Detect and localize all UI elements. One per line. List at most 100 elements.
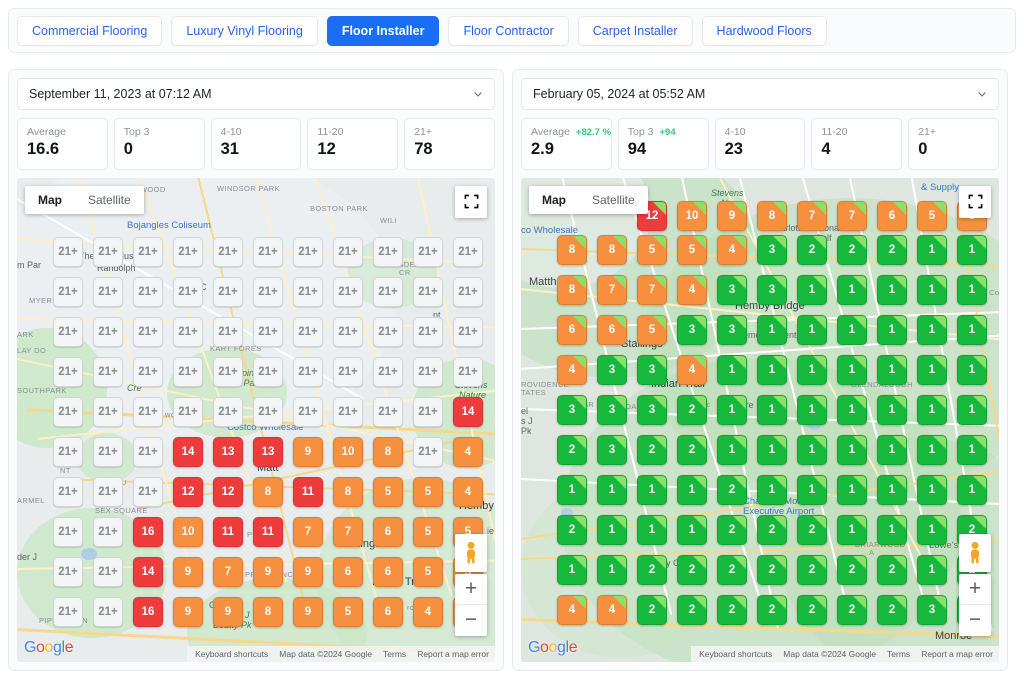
map-rank-marker[interactable]: 10 [173,517,203,547]
map-rank-marker[interactable]: 8 [333,477,363,507]
map-rank-marker[interactable]: 1 [877,275,907,305]
map-rank-marker[interactable]: 7 [637,275,667,305]
map-rank-marker[interactable]: 3 [597,395,627,425]
right-zoom-out-button[interactable]: − [959,605,991,636]
map-attribution-item-2[interactable]: Terms [887,649,910,659]
map-rank-marker[interactable]: 2 [757,515,787,545]
map-rank-marker[interactable]: 21+ [373,317,403,347]
map-rank-marker[interactable]: 1 [757,355,787,385]
map-rank-marker[interactable]: 21+ [93,277,123,307]
map-rank-marker[interactable]: 21+ [133,477,163,507]
map-rank-marker[interactable]: 2 [677,435,707,465]
map-rank-marker[interactable]: 8 [757,201,787,231]
right-map[interactable]: & SupplyStevensNazerEnLaolfco WholesaleC… [521,178,999,662]
map-rank-marker[interactable]: 2 [677,395,707,425]
map-rank-marker[interactable]: 21+ [213,237,243,267]
right-zoom-controls[interactable]: + − [959,574,991,636]
map-rank-marker[interactable]: 21+ [213,397,243,427]
map-rank-marker[interactable]: 4 [557,355,587,385]
map-rank-marker[interactable]: 2 [717,595,747,625]
map-rank-marker[interactable]: 21+ [93,237,123,267]
map-rank-marker[interactable]: 1 [957,435,987,465]
map-rank-marker[interactable]: 21+ [93,317,123,347]
map-rank-marker[interactable]: 21+ [53,517,83,547]
map-rank-marker[interactable]: 21+ [133,397,163,427]
map-rank-marker[interactable]: 1 [797,475,827,505]
map-rank-marker[interactable]: 1 [837,475,867,505]
map-rank-marker[interactable]: 21+ [373,397,403,427]
map-rank-marker[interactable]: 21+ [93,357,123,387]
map-rank-marker[interactable]: 6 [373,517,403,547]
map-rank-marker[interactable]: 1 [597,515,627,545]
map-rank-marker[interactable]: 2 [717,515,747,545]
map-rank-marker[interactable]: 5 [637,315,667,345]
map-rank-marker[interactable]: 4 [677,275,707,305]
map-rank-marker[interactable]: 21+ [173,317,203,347]
map-rank-marker[interactable]: 5 [413,557,443,587]
map-rank-marker[interactable]: 1 [917,355,947,385]
map-rank-marker[interactable]: 1 [957,475,987,505]
keyword-tab-1[interactable]: Luxury Vinyl Flooring [171,16,318,46]
map-rank-marker[interactable]: 1 [917,475,947,505]
map-rank-marker[interactable]: 6 [373,597,403,627]
map-rank-marker[interactable]: 21+ [413,437,443,467]
map-rank-marker[interactable]: 11 [293,477,323,507]
map-rank-marker[interactable]: 6 [333,557,363,587]
map-rank-marker[interactable]: 21+ [53,557,83,587]
map-rank-marker[interactable]: 9 [293,557,323,587]
map-rank-marker[interactable]: 21+ [413,277,443,307]
map-rank-marker[interactable]: 21+ [173,357,203,387]
map-rank-marker[interactable]: 2 [837,595,867,625]
map-rank-marker[interactable]: 21+ [173,277,203,307]
map-rank-marker[interactable]: 21+ [373,277,403,307]
map-rank-marker[interactable]: 9 [173,557,203,587]
map-rank-marker[interactable]: 10 [677,201,707,231]
map-rank-marker[interactable]: 2 [637,555,667,585]
map-attribution-item-3[interactable]: Report a map error [417,649,489,659]
map-rank-marker[interactable]: 21+ [213,357,243,387]
map-rank-marker[interactable]: 8 [597,235,627,265]
map-rank-marker[interactable]: 2 [637,435,667,465]
map-rank-marker[interactable]: 21+ [93,437,123,467]
map-rank-marker[interactable]: 1 [637,475,667,505]
map-rank-marker[interactable]: 1 [677,475,707,505]
map-rank-marker[interactable]: 2 [717,475,747,505]
map-rank-marker[interactable]: 1 [837,275,867,305]
right-map-type-satellite[interactable]: Satellite [579,186,648,214]
map-rank-marker[interactable]: 1 [917,555,947,585]
map-rank-marker[interactable]: 21+ [293,277,323,307]
map-rank-marker[interactable]: 21+ [133,357,163,387]
map-rank-marker[interactable]: 7 [837,201,867,231]
map-rank-marker[interactable]: 21+ [293,317,323,347]
map-rank-marker[interactable]: 21+ [453,317,483,347]
map-rank-marker[interactable]: 5 [413,477,443,507]
map-rank-marker[interactable]: 1 [957,275,987,305]
keyword-tab-5[interactable]: Hardwood Floors [702,16,827,46]
map-rank-marker[interactable]: 21+ [53,597,83,627]
map-rank-marker[interactable]: 2 [757,595,787,625]
map-rank-marker[interactable]: 4 [677,355,707,385]
map-rank-marker[interactable]: 3 [597,355,627,385]
map-rank-marker[interactable]: 2 [877,555,907,585]
map-rank-marker[interactable]: 1 [877,355,907,385]
left-zoom-controls[interactable]: + − [455,574,487,636]
map-rank-marker[interactable]: 21+ [53,357,83,387]
map-rank-marker[interactable]: 21+ [53,397,83,427]
map-rank-marker[interactable]: 1 [837,355,867,385]
map-rank-marker[interactable]: 21+ [53,237,83,267]
map-rank-marker[interactable]: 21+ [453,237,483,267]
map-rank-marker[interactable]: 12 [213,477,243,507]
map-attribution-item-3[interactable]: Report a map error [921,649,993,659]
map-rank-marker[interactable]: 8 [557,235,587,265]
map-rank-marker[interactable]: 21+ [213,317,243,347]
keyword-tab-4[interactable]: Carpet Installer [578,16,693,46]
map-rank-marker[interactable]: 14 [173,437,203,467]
map-rank-marker[interactable]: 1 [917,395,947,425]
map-rank-marker[interactable]: 1 [877,515,907,545]
map-rank-marker[interactable]: 1 [717,395,747,425]
map-rank-marker[interactable]: 1 [717,355,747,385]
map-rank-marker[interactable]: 3 [637,395,667,425]
map-rank-marker[interactable]: 1 [797,435,827,465]
map-rank-marker[interactable]: 1 [957,395,987,425]
map-rank-marker[interactable]: 1 [757,435,787,465]
